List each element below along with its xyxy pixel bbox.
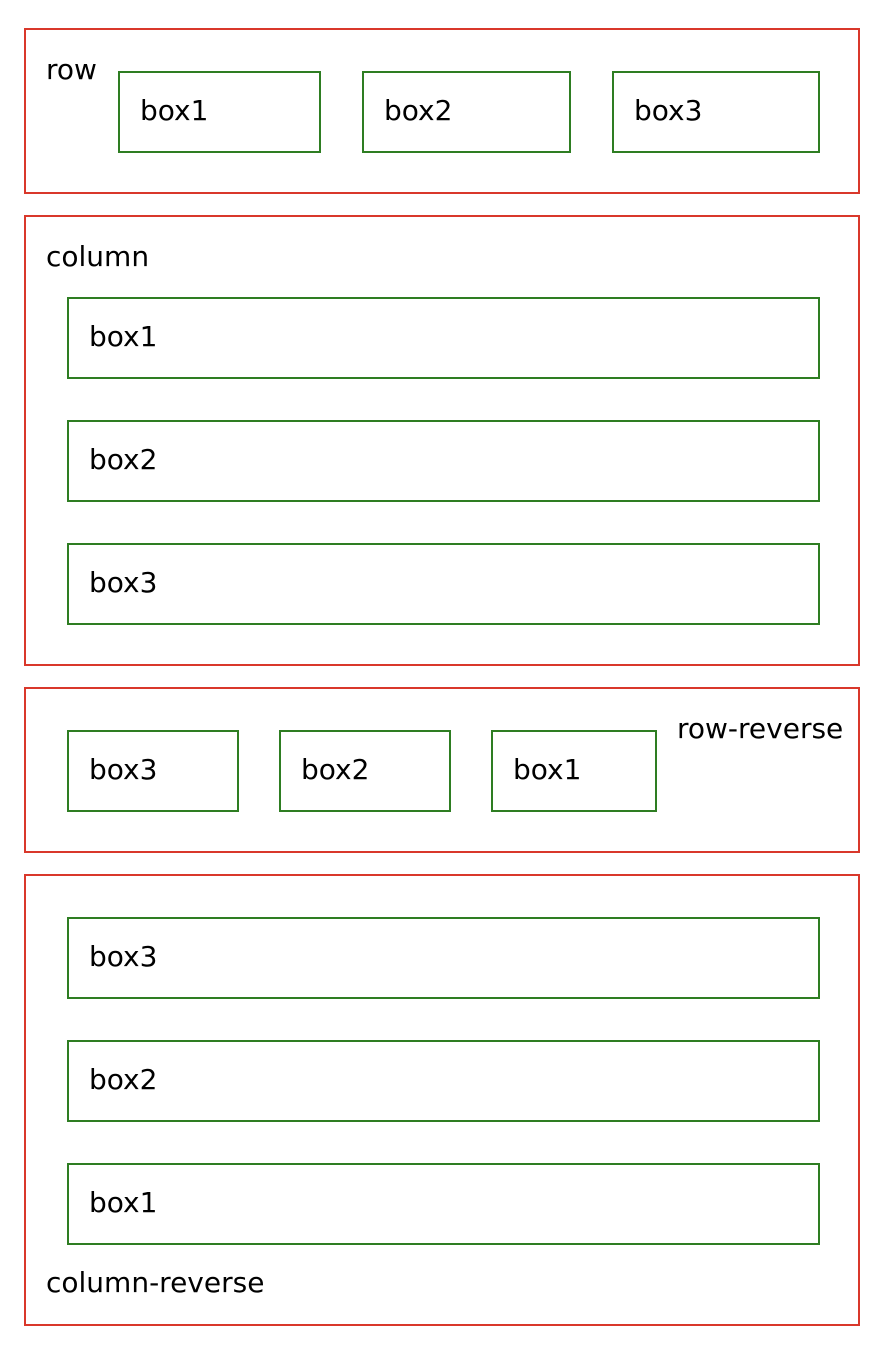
box-label: box1 — [89, 1186, 158, 1219]
box-label: box3 — [634, 94, 703, 127]
column-reverse-box-2: box2 — [67, 1040, 820, 1122]
box-label: box2 — [384, 94, 453, 127]
row-reverse-container: row-reverse box3 box2 box1 — [24, 687, 860, 853]
row-box-1: box1 — [118, 71, 321, 153]
column-box-2: box2 — [67, 420, 820, 502]
row-reverse-box-1: box1 — [491, 730, 657, 812]
column-container: column box1 box2 box3 — [24, 215, 860, 666]
column-reverse-box-1: box1 — [67, 1163, 820, 1245]
row-reverse-box-3: box3 — [67, 730, 239, 812]
column-box-3: box3 — [67, 543, 820, 625]
column-reverse-container: box3 box2 box1 column-reverse — [24, 874, 860, 1326]
row-reverse-label: row-reverse — [677, 712, 844, 745]
box-label: box2 — [89, 443, 158, 476]
box-label: box1 — [513, 753, 582, 786]
column-reverse-label: column-reverse — [46, 1266, 265, 1299]
column-box-1: box1 — [67, 297, 820, 379]
column-label: column — [46, 240, 150, 273]
box-label: box1 — [140, 94, 209, 127]
column-reverse-box-3: box3 — [67, 917, 820, 999]
box-label: box2 — [301, 753, 370, 786]
box-label: box3 — [89, 753, 158, 786]
row-box-3: box3 — [612, 71, 820, 153]
row-label: row — [46, 53, 97, 86]
box-label: box1 — [89, 320, 158, 353]
row-box-2: box2 — [362, 71, 571, 153]
row-container: row box1 box2 box3 — [24, 28, 860, 194]
box-label: box3 — [89, 940, 158, 973]
box-label: box3 — [89, 566, 158, 599]
box-label: box2 — [89, 1063, 158, 1096]
row-reverse-box-2: box2 — [279, 730, 451, 812]
